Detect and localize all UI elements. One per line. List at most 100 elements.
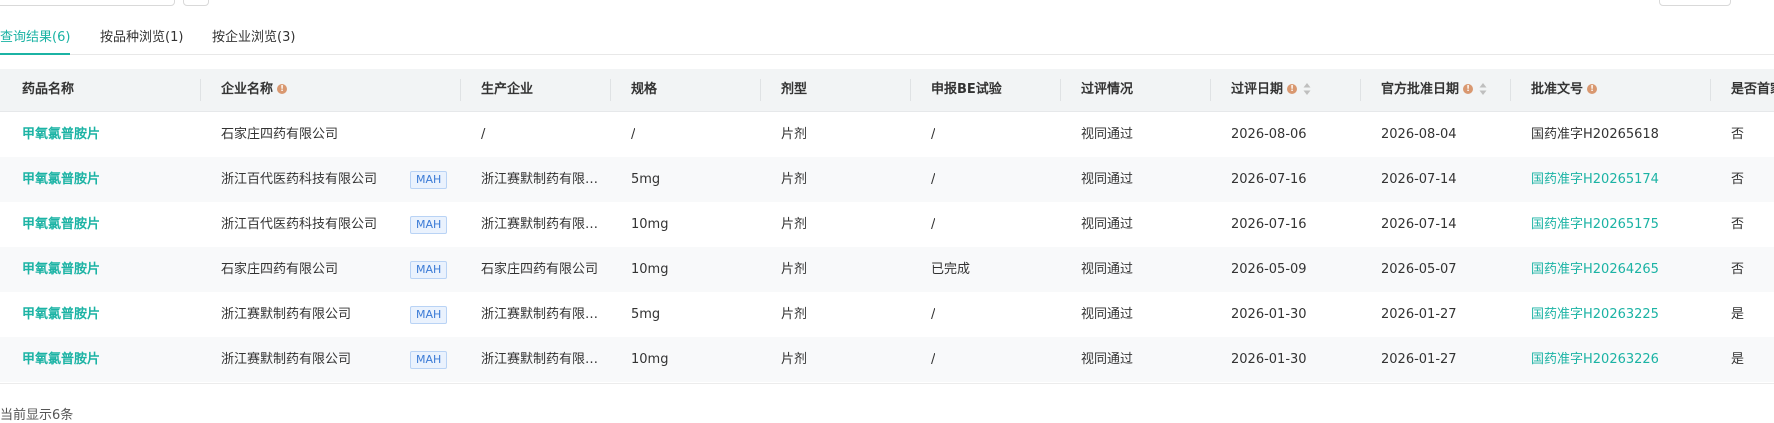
col-manufacturer: 生产企业 [481,82,534,97]
cell-evaluation-status: 视同通过 [1081,262,1134,277]
cell-spec: 5mg [631,172,661,187]
info-icon[interactable]: ! [1287,83,1298,94]
col-evaluation-date[interactable]: 过评日期! [1231,69,1311,111]
cell-spec: 10mg [631,217,669,232]
cell-first-approval: 否 [1731,127,1745,142]
col-evaluation-status: 过评情况 [1081,82,1134,97]
cell-approval-date: 2026-07-14 [1381,172,1457,187]
cell-approval-number[interactable]: 国药准字H20265174 [1531,157,1659,202]
cell-company: 石家庄四药有限公司 [221,262,339,277]
cell-first-approval: 是 [1731,307,1745,322]
info-icon[interactable]: ! [277,83,288,94]
cell-dosage-form: 片剂 [781,172,808,187]
cell-first-approval: 是 [1731,352,1745,367]
mah-badge: MAH [410,171,448,189]
cell-be-trial: / [931,217,936,232]
cell-approval-number[interactable]: 国药准字H20264265 [1531,247,1659,292]
column-divider[interactable] [200,79,201,101]
cell-drug-name[interactable]: 甲氧氯普胺片 [22,337,100,382]
col-first-approval: 是否首家 [1731,82,1774,97]
column-divider[interactable] [460,79,461,101]
cell-drug-name[interactable]: 甲氧氯普胺片 [22,247,100,292]
tab-query-results[interactable]: 查询结果(6) [0,26,71,55]
cell-drug-name[interactable]: 甲氧氯普胺片 [22,202,100,247]
mah-badge: MAH [410,306,448,324]
cell-be-trial: 已完成 [931,262,971,277]
cell-approval-number[interactable]: 国药准字H20265175 [1531,202,1659,247]
column-divider[interactable] [760,79,761,101]
col-drug-name: 药品名称 [22,82,75,97]
col-approval-number: 批准文号! [1531,69,1598,111]
cell-first-approval: 否 [1731,172,1745,187]
cell-evaluation-date: 2026-08-06 [1231,127,1307,142]
cell-evaluation-status: 视同通过 [1081,352,1134,367]
cell-approval-number[interactable]: 国药准字H20263225 [1531,292,1659,337]
mah-badge: MAH [410,351,448,369]
cell-evaluation-date: 2026-05-09 [1231,262,1307,277]
cell-drug-name[interactable]: 甲氧氯普胺片 [22,292,100,337]
cell-company: 浙江百代医药科技有限公司 [221,217,378,232]
table-row[interactable]: 甲氧氯普胺片 浙江赛默制药有限公司 浙江赛默制药有限… 10mg 片剂 / 视同通过 2026… [0,337,1774,382]
table-row[interactable]: 甲氧氯普胺片 浙江百代医药科技有限公司 浙江赛默制药有限… 5mg 片剂 / 视同通过 202… [0,157,1774,202]
cell-evaluation-date: 2026-01-30 [1231,352,1307,367]
col-dosage-form: 剂型 [781,82,808,97]
cell-dosage-form: 片剂 [781,352,808,367]
cell-company: 浙江百代医药科技有限公司 [221,172,378,187]
result-count-text: 当前显示6条 [0,408,74,423]
cell-evaluation-date: 2026-07-16 [1231,217,1307,232]
column-divider[interactable] [610,79,611,101]
search-button[interactable] [183,0,209,6]
cell-approval-number: 国药准字H20265618 [1531,127,1659,142]
cell-approval-date: 2026-01-27 [1381,307,1457,322]
top-toolbar [0,0,1774,6]
cell-evaluation-status: 视同通过 [1081,172,1134,187]
cell-dosage-form: 片剂 [781,127,808,142]
cell-approval-number[interactable]: 国药准字H20263226 [1531,337,1659,382]
cell-approval-date: 2026-07-14 [1381,217,1457,232]
column-divider[interactable] [910,79,911,101]
table-row[interactable]: 甲氧氯普胺片 浙江赛默制药有限公司 浙江赛默制药有限… 5mg 片剂 / 视同通过 2026-… [0,292,1774,337]
cell-spec: 5mg [631,307,661,322]
column-divider[interactable] [1510,79,1511,101]
cell-dosage-form: 片剂 [781,217,808,232]
search-input[interactable] [0,0,175,6]
sort-icon[interactable] [1303,82,1311,96]
info-icon[interactable]: ! [1587,83,1598,94]
cell-dosage-form: 片剂 [781,307,808,322]
column-divider[interactable] [1060,79,1061,101]
cell-company: 石家庄四药有限公司 [221,127,339,142]
column-divider[interactable] [1710,79,1711,101]
cell-approval-date: 2026-08-04 [1381,127,1457,142]
cell-be-trial: / [931,307,936,322]
cell-drug-name[interactable]: 甲氧氯普胺片 [22,112,100,157]
cell-manufacturer: 浙江赛默制药有限… [481,217,599,232]
tab-browse-by-variety[interactable]: 按品种浏览(1) [100,26,183,54]
table-row[interactable]: 甲氧氯普胺片 石家庄四药有限公司 / / 片剂 / 视同通过 2026-08-06 2026-0… [0,112,1774,157]
cell-spec: 10mg [631,352,669,367]
col-approval-date[interactable]: 官方批准日期! [1381,69,1487,111]
cell-spec: 10mg [631,262,669,277]
cell-approval-date: 2026-05-07 [1381,262,1457,277]
cell-spec: / [631,127,636,142]
toolbar-action-button[interactable] [1659,0,1731,6]
column-divider[interactable] [1210,79,1211,101]
column-divider[interactable] [1360,79,1361,101]
cell-evaluation-status: 视同通过 [1081,217,1134,232]
table-header: 药品名称 企业名称! 生产企业 规格 剂型 申报BE试验 过评情况 过评日期! … [0,69,1774,112]
cell-drug-name[interactable]: 甲氧氯普胺片 [22,157,100,202]
table-row[interactable]: 甲氧氯普胺片 石家庄四药有限公司 石家庄四药有限公司 10mg 片剂 已完成 视同通过 202… [0,247,1774,292]
cell-evaluation-date: 2026-07-16 [1231,172,1307,187]
table-row[interactable]: 甲氧氯普胺片 浙江百代医药科技有限公司 浙江赛默制药有限… 10mg 片剂 / 视同通过 20… [0,202,1774,247]
results-table: 药品名称 企业名称! 生产企业 规格 剂型 申报BE试验 过评情况 过评日期! … [0,69,1774,384]
cell-approval-date: 2026-01-27 [1381,352,1457,367]
cell-be-trial: / [931,172,936,187]
cell-manufacturer: 浙江赛默制药有限… [481,172,599,187]
cell-manufacturer: 浙江赛默制药有限… [481,352,599,367]
info-icon[interactable]: ! [1463,83,1474,94]
col-spec: 规格 [631,82,658,97]
mah-badge: MAH [410,216,448,234]
sort-icon[interactable] [1479,82,1487,96]
tab-browse-by-company[interactable]: 按企业浏览(3) [212,26,295,54]
cell-first-approval: 否 [1731,262,1745,277]
cell-be-trial: / [931,127,936,142]
